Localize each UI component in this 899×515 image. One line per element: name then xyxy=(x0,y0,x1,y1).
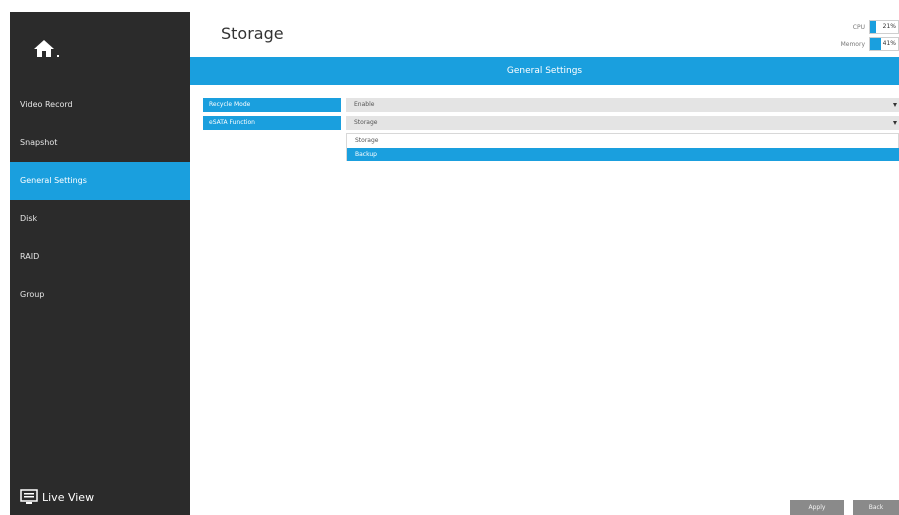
page-title: Storage xyxy=(221,24,284,43)
cpu-value: 21% xyxy=(882,23,896,30)
esata-function-select[interactable]: Storage xyxy=(346,116,899,130)
dropdown-option-backup[interactable]: Backup xyxy=(347,148,899,161)
cpu-label: CPU xyxy=(852,23,865,31)
section-banner: General Settings xyxy=(190,57,899,85)
recycle-mode-value: Enable xyxy=(354,101,375,108)
apply-button[interactable]: Apply xyxy=(790,500,844,515)
chevron-down-icon xyxy=(893,103,897,107)
storage-settings-window: Video Record Snapshot General Settings D… xyxy=(0,0,899,515)
sidebar: Video Record Snapshot General Settings D… xyxy=(10,12,190,515)
sidebar-item-general-settings[interactable]: General Settings xyxy=(10,162,190,200)
memory-label: Memory xyxy=(840,40,865,48)
esata-function-dropdown: Storage Backup xyxy=(346,133,899,161)
chevron-down-icon xyxy=(893,121,897,125)
memory-value: 41% xyxy=(882,40,896,47)
memory-meter-fill xyxy=(870,38,882,50)
memory-usage: Memory 41% xyxy=(841,36,899,52)
live-view-label: Live View xyxy=(42,490,95,504)
home-icon[interactable] xyxy=(30,38,60,60)
monitor-icon xyxy=(20,489,38,504)
back-button[interactable]: Back xyxy=(853,500,899,515)
sidebar-item-group[interactable]: Group xyxy=(10,276,190,314)
sidebar-item-raid[interactable]: RAID xyxy=(10,238,190,276)
sidebar-item-snapshot[interactable]: Snapshot xyxy=(10,124,190,162)
memory-meter: 41% xyxy=(869,37,899,51)
dropdown-option-storage[interactable]: Storage xyxy=(347,134,899,147)
esata-function-value: Storage xyxy=(354,119,378,126)
recycle-mode-select[interactable]: Enable xyxy=(346,98,899,112)
cpu-usage: CPU 21% xyxy=(853,19,899,35)
sidebar-item-video-record[interactable]: Video Record xyxy=(10,86,190,124)
cpu-meter: 21% xyxy=(869,20,899,34)
cpu-meter-fill xyxy=(870,21,876,33)
live-view-button[interactable]: Live View xyxy=(20,487,94,507)
recycle-mode-label: Recycle Mode xyxy=(203,98,341,112)
esata-function-label: eSATA Function xyxy=(203,116,341,130)
sidebar-item-disk[interactable]: Disk xyxy=(10,200,190,238)
